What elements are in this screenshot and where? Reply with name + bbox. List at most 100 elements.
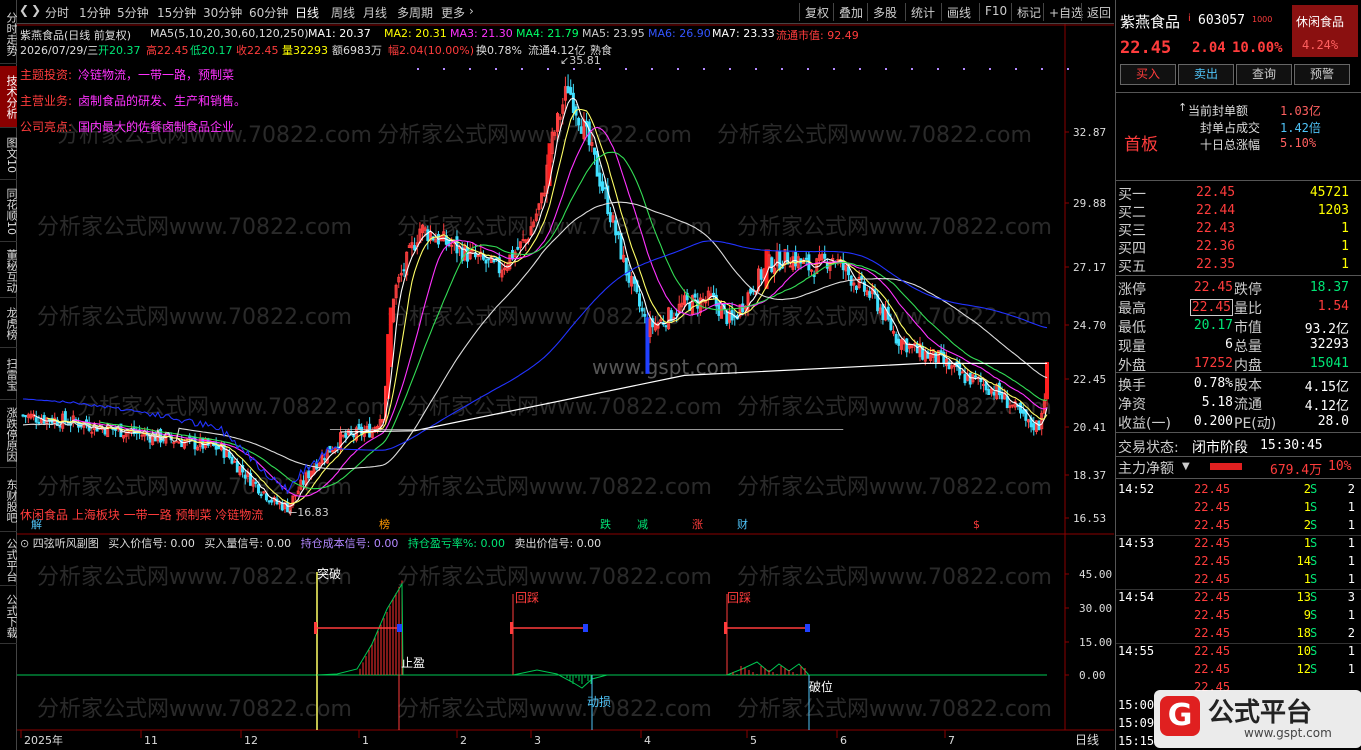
toolbar-item-7[interactable]: 周线: [331, 4, 355, 21]
stat-label: 股本: [1234, 378, 1262, 394]
stat-value: 22.45: [1193, 280, 1233, 295]
logo-url: www.gspt.com: [1244, 726, 1332, 740]
net-flow-dropdown-icon[interactable]: ▼: [1182, 461, 1190, 472]
bid-price[interactable]: 22.44: [1196, 203, 1235, 218]
toolbar-item-2[interactable]: 5分钟: [117, 4, 149, 21]
quote-price: 22.45: [1120, 38, 1172, 58]
tick-time: 14:54: [1118, 590, 1155, 604]
market-value: 流通市值: 92.49: [776, 29, 859, 42]
bid-label: 买三: [1118, 223, 1146, 239]
bid-price[interactable]: 22.43: [1196, 221, 1235, 236]
bid-price[interactable]: 22.36: [1196, 239, 1235, 254]
left-tab-5[interactable]: 龙虎榜: [0, 300, 17, 348]
date-axis-label: 12: [244, 734, 258, 747]
candle-body: [264, 493, 268, 501]
tick-volume: 14: [1296, 554, 1311, 568]
toolbar-right-1[interactable]: 叠加: [833, 3, 868, 21]
tick-price: 22.45: [1194, 500, 1231, 514]
candle-body: [63, 411, 67, 423]
candle-body: [794, 252, 798, 267]
tick-side: S: [1310, 626, 1318, 640]
toolbar-item-4[interactable]: 30分钟: [203, 4, 242, 21]
toolbar-item-10[interactable]: 更多: [441, 4, 465, 21]
toolbar-right-6[interactable]: 标记: [1011, 3, 1046, 21]
toolbar-right-5[interactable]: F10: [979, 3, 1012, 21]
bar-amount: 额6983万: [332, 44, 382, 57]
toolbar-item-1[interactable]: 1分钟: [79, 4, 111, 21]
date-axis-label: 3: [534, 734, 541, 747]
candle-body: [992, 391, 996, 396]
tick-count: 1: [1347, 518, 1355, 532]
tick-price: 22.45: [1194, 554, 1231, 568]
signal-dot: [1067, 68, 1069, 70]
sub-signal-pnl: 持仓盈亏率%: 0.00: [407, 537, 505, 550]
candle-body: [717, 302, 721, 316]
price-axis-label: 32.87: [1073, 126, 1106, 139]
event-marker: $: [973, 518, 980, 531]
candle-body: [1011, 404, 1015, 407]
left-tab-0[interactable]: 分时走势: [0, 4, 17, 64]
sub-curve: [726, 661, 810, 676]
divider: [1116, 275, 1361, 276]
left-tab-1[interactable]: 技术分析: [0, 66, 17, 128]
signal-dot: [573, 68, 575, 70]
stat-label: 流通: [1234, 397, 1262, 413]
left-tab-7[interactable]: 涨跌停原因: [0, 402, 17, 468]
stat-value: 17252: [1193, 356, 1233, 371]
signal-dot: [547, 68, 549, 70]
sub-indicator-name[interactable]: 四弦听风副图: [33, 537, 99, 550]
signal-dot: [755, 68, 757, 70]
more-chevron-icon[interactable]: ›: [469, 4, 474, 18]
tick-price: 22.45: [1194, 482, 1231, 496]
ma7-value: MA7: 23.33: [712, 27, 775, 40]
left-tab-3[interactable]: 同花顺10: [0, 182, 17, 242]
candle-body: [1045, 362, 1049, 400]
toolbar-item-9[interactable]: 多周期: [397, 4, 433, 21]
toolbar-item-5[interactable]: 60分钟: [249, 4, 288, 21]
toolbar-item-3[interactable]: 15分钟: [157, 4, 196, 21]
price-axis-label: 20.41: [1073, 421, 1106, 434]
watermark-text: 分析家公式网www.70822.com: [737, 305, 1052, 330]
left-tab-9[interactable]: 公式平台: [0, 534, 17, 586]
candle-body: [511, 249, 515, 260]
watermark-text: 分析家公式网www.70822.com: [407, 395, 722, 420]
toolbar-item-6[interactable]: 日线: [295, 4, 319, 21]
watermark-text: 分析家公式网www.70822.com: [397, 565, 712, 590]
candle-body: [1032, 423, 1036, 431]
tick-price: 22.45: [1194, 608, 1231, 622]
left-tab-6[interactable]: 扫雷宝: [0, 350, 17, 400]
toolbar-right-0[interactable]: 复权: [799, 3, 834, 21]
candle-body: [301, 480, 305, 485]
bid-price[interactable]: 22.35: [1196, 257, 1235, 272]
sub-axis-label: 30.00: [1079, 602, 1112, 615]
candle-body: [640, 307, 644, 312]
left-tab-2[interactable]: 图文10: [0, 130, 17, 180]
toolbar-item-8[interactable]: 月线: [363, 4, 387, 21]
sell-button[interactable]: 卖出: [1178, 64, 1234, 85]
toolbar-item-0[interactable]: 分时: [45, 4, 69, 21]
toolbar-right-3[interactable]: 统计: [905, 3, 940, 21]
toolbar-right-2[interactable]: 多股: [867, 3, 902, 21]
date-axis-label: 1: [362, 734, 369, 747]
candle-body: [227, 451, 231, 458]
query-button[interactable]: 查询: [1236, 64, 1292, 85]
candle-body: [854, 285, 858, 290]
candle-body: [579, 126, 583, 134]
toolbar-next-icon[interactable]: ❯: [31, 3, 41, 17]
info-icon[interactable]: i: [1188, 13, 1191, 24]
signal-dot: [443, 68, 445, 70]
candle-body: [643, 313, 647, 317]
buy-button[interactable]: 买入: [1120, 64, 1176, 85]
bar-turnover: 换0.78%: [476, 44, 522, 57]
tick-count: 1: [1347, 644, 1355, 658]
left-tab-10[interactable]: 公式下载: [0, 588, 17, 644]
bid-price[interactable]: 22.45: [1196, 185, 1235, 200]
event-marker: 涨: [692, 518, 703, 531]
signal-dot: [859, 68, 861, 70]
alert-button[interactable]: 预警: [1294, 64, 1350, 85]
left-tab-8[interactable]: 东财股吧: [0, 470, 17, 532]
left-tab-4[interactable]: 董秘互动: [0, 244, 17, 298]
toolbar-prev-icon[interactable]: ❮: [19, 3, 29, 17]
toolbar-right-4[interactable]: 画线: [941, 3, 976, 21]
toolbar-right-8[interactable]: 返回: [1081, 3, 1116, 21]
